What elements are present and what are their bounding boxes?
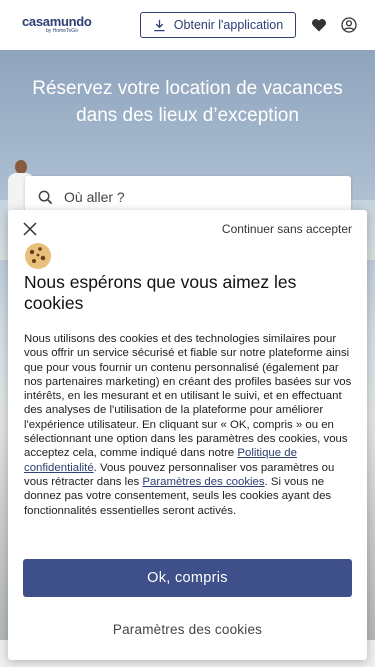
continue-without-accepting-link[interactable]: Continuer sans accepter [222,222,352,236]
user-icon[interactable] [340,16,358,34]
logo-wordmark: casamundo [22,14,92,29]
cookie-settings-button[interactable]: Paramètres des cookies [23,614,352,644]
cookie-consent-dialog: Continuer sans accepter Nous espérons qu… [8,210,367,660]
search-input[interactable] [64,189,314,205]
cookie-dialog-body: Nous utilisons des cookies et des techno… [24,332,354,518]
get-app-label: Obtenir l'application [173,18,284,32]
accept-cookies-button[interactable]: Ok, compris [23,559,352,597]
get-app-button[interactable]: Obtenir l'application [140,12,296,38]
body-text-1: Nous utilisons des cookies et des techno… [24,333,352,460]
close-icon[interactable] [22,221,38,237]
download-icon [154,19,165,31]
cookie-dialog-title: Nous espérons que vous aimez les cookies [24,272,297,313]
heart-icon[interactable] [310,16,328,34]
cookie-icon [25,243,51,269]
search-icon [38,190,53,204]
top-header: casamundo by HomeToGo Obtenir l'applicat… [0,0,375,50]
logo-subtitle: by HomeToGo [46,28,78,34]
cookie-settings-link[interactable]: Paramètres des cookies [142,476,264,488]
hero-title: Réservez votre location de vacances dans… [32,78,343,126]
casamundo-logo[interactable]: casamundo by HomeToGo [22,15,92,35]
